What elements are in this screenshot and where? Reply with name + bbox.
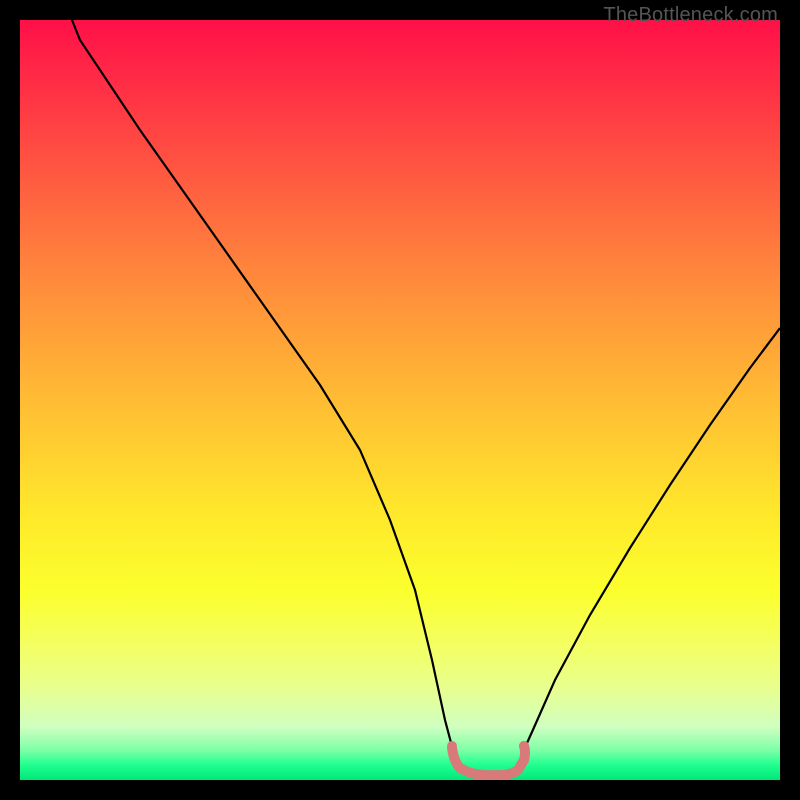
highlight-dot-right — [519, 741, 529, 751]
chart-container: TheBottleneck.com — [0, 0, 800, 800]
bottleneck-curve-right — [522, 328, 780, 754]
watermark-text: TheBottleneck.com — [603, 4, 778, 27]
plot-area — [20, 20, 780, 780]
highlight-band — [452, 746, 525, 775]
curve-svg — [20, 20, 780, 780]
highlight-dot-left — [447, 741, 457, 751]
bottleneck-curve-left — [60, 20, 454, 754]
